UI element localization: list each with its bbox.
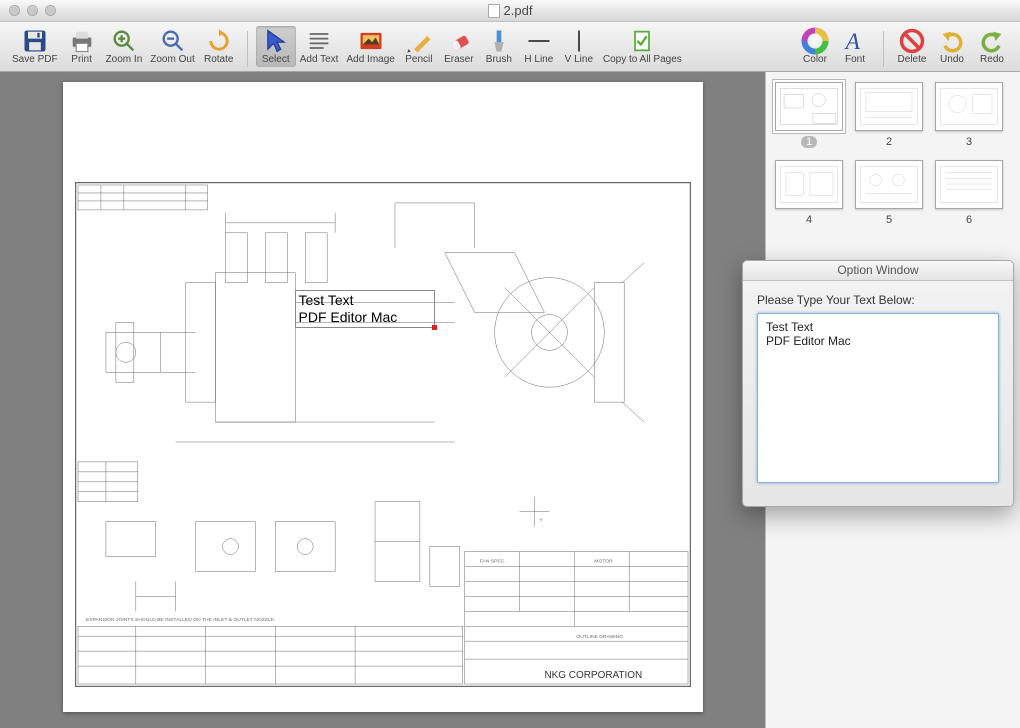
thumbnail-image [775,82,843,131]
text-lines-icon [305,28,333,54]
thumbnail-image [855,160,923,209]
zoom-out-icon [159,28,187,54]
add-image-button[interactable]: Add Image [342,26,398,67]
toolbar: Save PDF Print Zoom In Zoom Out Rotate [0,22,1020,72]
svg-text:FAN SPEC.: FAN SPEC. [479,558,505,564]
pdf-page[interactable]: FAN SPEC. MOTOR OUTLINE DRAWING NKG CORP… [63,82,703,712]
pencil-button[interactable]: Pencil [399,26,439,67]
brush-button[interactable]: Brush [479,26,519,67]
svg-text:Y: Y [539,518,543,524]
pencil-icon [405,28,433,54]
rotate-button[interactable]: Rotate [199,26,239,67]
rotate-icon [205,28,233,54]
eraser-button[interactable]: Eraser [439,26,479,67]
option-window-panel[interactable]: Option Window Please Type Your Text Belo… [742,260,1014,507]
redo-icon [978,28,1006,54]
thumbnail-label: 3 [966,136,972,148]
delete-icon [898,28,926,54]
thumbnail-label: 2 [886,136,892,148]
brush-icon [485,28,513,54]
option-window-title: Option Window [743,261,1013,281]
svg-text:A: A [844,29,861,55]
color-button[interactable]: Color [795,26,835,67]
thumbnail-image [935,82,1003,131]
toolbar-separator [883,31,884,67]
cursor-icon [262,28,290,54]
zoom-out-button[interactable]: Zoom Out [146,26,198,67]
engineering-drawing: FAN SPEC. MOTOR OUTLINE DRAWING NKG CORP… [75,182,691,687]
delete-button[interactable]: Delete [892,26,932,67]
annotation-line-2: PDF Editor Mac [299,309,431,326]
thumbnail-image [775,160,843,209]
thumbnail-label: 4 [806,214,812,226]
thumbnail-label: 5 [886,214,892,226]
select-button[interactable]: Select [256,26,296,67]
toolbar-separator [247,31,248,67]
thumbnail-page-2[interactable]: 2 [854,82,924,148]
print-icon [68,28,96,54]
undo-icon [938,28,966,54]
window-title-text: 2.pdf [504,3,533,18]
copy-pages-icon [628,28,656,54]
thumbnail-label: 6 [966,214,972,226]
pdf-canvas-area[interactable]: FAN SPEC. MOTOR OUTLINE DRAWING NKG CORP… [0,72,765,728]
thumbnail-page-1[interactable]: 1 [774,82,844,148]
resize-handle[interactable] [432,325,437,330]
vertical-line-icon [565,28,593,54]
text-input-area[interactable] [757,313,999,483]
print-button[interactable]: Print [62,26,102,67]
horizontal-line-icon [525,28,553,54]
save-pdf-button[interactable]: Save PDF [8,26,62,67]
annotation-line-1: Test Text [299,292,431,309]
redo-button[interactable]: Redo [972,26,1012,67]
svg-text:MOTOR: MOTOR [594,558,613,564]
image-icon [357,28,385,54]
undo-button[interactable]: Undo [932,26,972,67]
option-prompt-label: Please Type Your Text Below: [757,293,999,307]
copy-to-all-pages-button[interactable]: Copy to All Pages [599,26,686,67]
thumbnail-page-4[interactable]: 4 [774,160,844,226]
thumbnail-label: 1 [801,136,817,148]
save-icon [21,28,49,54]
h-line-button[interactable]: H Line [519,26,559,67]
thumbnail-image [935,160,1003,209]
add-text-button[interactable]: Add Text [296,26,343,67]
zoom-in-button[interactable]: Zoom In [102,26,147,67]
text-annotation-box[interactable]: Test Text PDF Editor Mac [295,290,435,328]
thumbnail-grid: 1 2 3 4 [774,82,1012,226]
window-titlebar: 2.pdf [0,0,1020,22]
v-line-button[interactable]: V Line [559,26,599,67]
font-icon: A [841,28,869,54]
svg-text:EXPANSION JOINTS SHOULD BE INS: EXPANSION JOINTS SHOULD BE INSTALLED ON … [85,617,274,623]
svg-text:OUTLINE DRAWING: OUTLINE DRAWING [576,634,623,640]
font-button[interactable]: A Font [835,26,875,67]
thumbnail-image [855,82,923,131]
thumbnail-page-6[interactable]: 6 [934,160,1004,226]
svg-text:NKG CORPORATION: NKG CORPORATION [544,670,642,681]
option-window-body: Please Type Your Text Below: [743,281,1013,506]
color-wheel-icon [801,28,829,54]
zoom-in-icon [110,28,138,54]
document-icon [488,4,500,18]
window-title: 2.pdf [0,3,1020,18]
thumbnail-page-5[interactable]: 5 [854,160,924,226]
eraser-icon [445,28,473,54]
thumbnail-page-3[interactable]: 3 [934,82,1004,148]
